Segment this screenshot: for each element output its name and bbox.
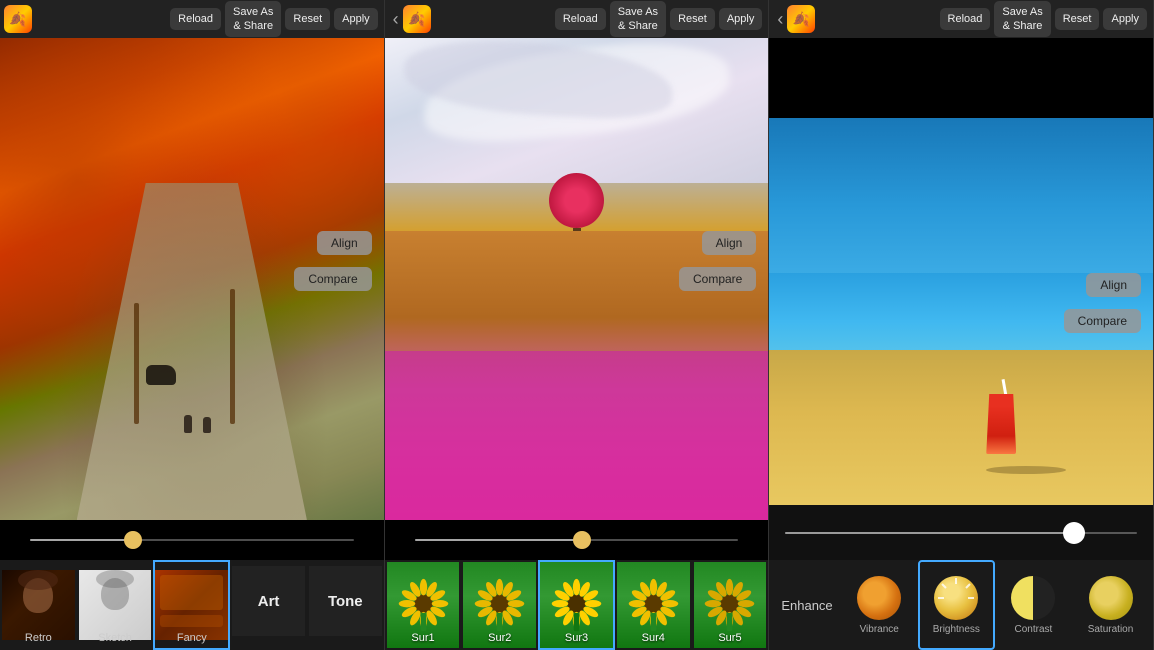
filter-fancy[interactable]: Fancy xyxy=(153,560,230,650)
saturation-label: Saturation xyxy=(1088,624,1134,635)
apply-button-3[interactable]: Apply xyxy=(1103,8,1147,30)
compare-button-3[interactable]: Compare xyxy=(1064,309,1141,333)
saturation-icon xyxy=(1089,576,1133,620)
reset-button-2[interactable]: Reset xyxy=(670,8,715,30)
black-mid-area xyxy=(769,505,1153,560)
sunflower-icon-1 xyxy=(396,578,451,633)
image-area-2: Align Compare xyxy=(385,38,769,520)
filter-sur4-label: Sur4 xyxy=(642,632,665,644)
filter-sur5-label: Sur5 xyxy=(718,632,741,644)
slider-thumb-2[interactable] xyxy=(573,531,591,549)
back-button-2[interactable]: ‹ xyxy=(389,9,403,30)
align-button-2[interactable]: Align xyxy=(702,231,757,255)
slider-track-1 xyxy=(30,539,354,541)
filter-tone-text: Tone xyxy=(328,593,363,610)
filter-sur2[interactable]: Sur2 xyxy=(461,560,538,650)
slider-track-2 xyxy=(415,539,739,541)
slider-area-2[interactable] xyxy=(385,520,769,560)
compare-button-2[interactable]: Compare xyxy=(679,267,756,291)
toolbar-2: ‹ 🍂 Reload Save As & Share Reset Apply xyxy=(385,0,769,38)
enhance-vibrance[interactable]: Vibrance xyxy=(841,560,918,650)
contrast-icon xyxy=(1011,576,1055,620)
filter-fancy-label: Fancy xyxy=(177,632,207,644)
enhance-label: Enhance xyxy=(773,598,840,613)
slider-thumb-1[interactable] xyxy=(124,531,142,549)
vibrance-label: Vibrance xyxy=(860,624,899,635)
enhance-brightness[interactable]: Brightness xyxy=(918,560,995,650)
black-top-area xyxy=(769,38,1153,118)
app-logo-3: 🍂 xyxy=(787,5,815,33)
filter-sur3[interactable]: Sur3 xyxy=(538,560,615,650)
enhance-saturation[interactable]: Saturation xyxy=(1072,560,1149,650)
reload-button-1[interactable]: Reload xyxy=(170,8,221,30)
brightness-label: Brightness xyxy=(933,624,980,635)
filter-sur1[interactable]: Sur1 xyxy=(385,560,462,650)
filter-art-text: Art xyxy=(258,593,280,610)
filter-sur5[interactable]: Sur5 xyxy=(692,560,769,650)
image-area-1: Align Compare xyxy=(0,38,384,520)
filter-sketch-label: Sketch xyxy=(98,632,132,644)
reload-button-3[interactable]: Reload xyxy=(940,8,991,30)
filter-bar-2: Sur1 xyxy=(385,560,769,650)
filter-retro[interactable]: Retro xyxy=(0,560,77,650)
save-as-button-3[interactable]: Save As & Share xyxy=(994,1,1050,38)
enhance-contrast[interactable]: Contrast xyxy=(995,560,1072,650)
sunflower-icon-3 xyxy=(549,578,604,633)
apply-button-2[interactable]: Apply xyxy=(719,8,763,30)
app-logo-2: 🍂 xyxy=(403,5,431,33)
image-area-3: Align Compare xyxy=(769,118,1153,505)
filter-art[interactable]: Art xyxy=(230,560,307,650)
align-button-3[interactable]: Align xyxy=(1086,273,1141,297)
sunflower-icon-5 xyxy=(702,578,757,633)
filter-sur4[interactable]: Sur4 xyxy=(615,560,692,650)
vibrance-icon xyxy=(857,576,901,620)
slider-thumb-3[interactable] xyxy=(1063,522,1085,544)
back-button-3[interactable]: ‹ xyxy=(773,9,787,30)
panel-2: ‹ 🍂 Reload Save As & Share Reset Apply A… xyxy=(385,0,770,650)
filter-bar-1: Retro Sketch Fancy Art xyxy=(0,560,384,650)
filter-sur2-label: Sur2 xyxy=(488,632,511,644)
app-logo-1: 🍂 xyxy=(4,5,32,33)
panel-1: 🍂 Reload Save As & Share Reset Apply Ali… xyxy=(0,0,385,650)
slider-area-1[interactable] xyxy=(0,520,384,560)
enhance-bar: Enhance Vibrance xyxy=(769,560,1153,650)
panel-3: ‹ 🍂 Reload Save As & Share Reset Apply A… xyxy=(769,0,1154,650)
reload-button-2[interactable]: Reload xyxy=(555,8,606,30)
filter-retro-label: Retro xyxy=(25,632,52,644)
slider-track-3 xyxy=(785,532,1137,534)
align-button-1[interactable]: Align xyxy=(317,231,372,255)
filter-sur3-label: Sur3 xyxy=(565,632,588,644)
sunflower-icon-2 xyxy=(472,578,527,633)
reset-button-3[interactable]: Reset xyxy=(1055,8,1100,30)
reset-button-1[interactable]: Reset xyxy=(285,8,330,30)
toolbar-3: ‹ 🍂 Reload Save As & Share Reset Apply xyxy=(769,0,1153,38)
filter-tone[interactable]: Tone xyxy=(307,560,384,650)
save-as-button-2[interactable]: Save As & Share xyxy=(610,1,666,38)
apply-button-1[interactable]: Apply xyxy=(334,8,378,30)
compare-button-1[interactable]: Compare xyxy=(294,267,371,291)
sunflower-icon-4 xyxy=(626,578,681,633)
filter-sur1-label: Sur1 xyxy=(411,632,434,644)
contrast-label: Contrast xyxy=(1015,624,1053,635)
save-as-button-1[interactable]: Save As & Share xyxy=(225,1,281,38)
brightness-icon xyxy=(934,576,978,620)
toolbar-1: 🍂 Reload Save As & Share Reset Apply xyxy=(0,0,384,38)
filter-sketch[interactable]: Sketch xyxy=(77,560,154,650)
